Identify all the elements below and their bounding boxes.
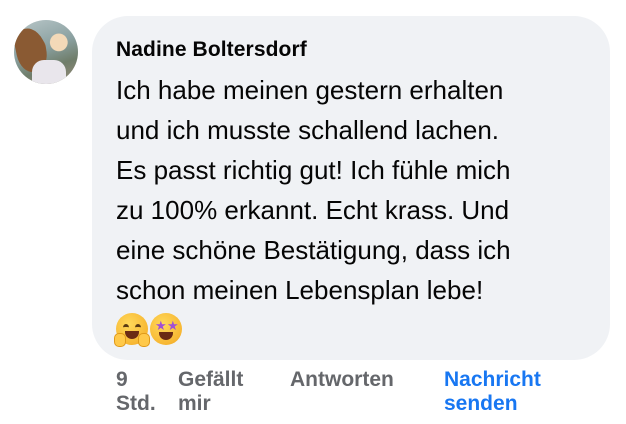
avatar[interactable] — [14, 20, 78, 84]
comment-timestamp[interactable]: 9 Std. — [116, 368, 178, 416]
send-message-label-line2: senden — [444, 392, 518, 415]
comment-text: Ich habe meinen gestern erhalten und ich… — [116, 70, 601, 310]
send-message-label-line1: Nachricht — [444, 368, 541, 391]
avatar-person-shape — [32, 60, 66, 84]
comment-line: zu 100% erkannt. Echt krass. Und — [116, 195, 510, 225]
timestamp-number: 9 — [116, 368, 128, 391]
comment-actions: 9 Std. Gefällt mir Antworten Nachricht s… — [116, 368, 541, 416]
comment-line: schon meinen Lebensplan lebe! — [116, 275, 484, 305]
like-button[interactable]: Gefällt mir — [178, 368, 290, 416]
star-struck-icon: ★ ★ — [150, 313, 182, 345]
comment-author[interactable]: Nadine Boltersdorf — [116, 38, 307, 62]
comment-line: und ich musste schallend lachen. — [116, 115, 500, 145]
comment-emojis: ★ ★ — [114, 313, 182, 347]
comment-line: Es passt richtig gut! Ich fühle mich — [116, 155, 511, 185]
comment-line: Ich habe meinen gestern erhalten — [116, 75, 504, 105]
reply-button[interactable]: Antworten — [290, 368, 444, 392]
timestamp-unit: Std. — [116, 392, 156, 415]
send-message-button[interactable]: Nachricht senden — [444, 368, 541, 416]
like-label-line2: mir — [178, 392, 211, 415]
like-label-line1: Gefällt — [178, 368, 244, 391]
hugging-face-icon — [114, 313, 150, 347]
comment-line: eine schöne Bestätigung, dass ich — [116, 235, 511, 265]
